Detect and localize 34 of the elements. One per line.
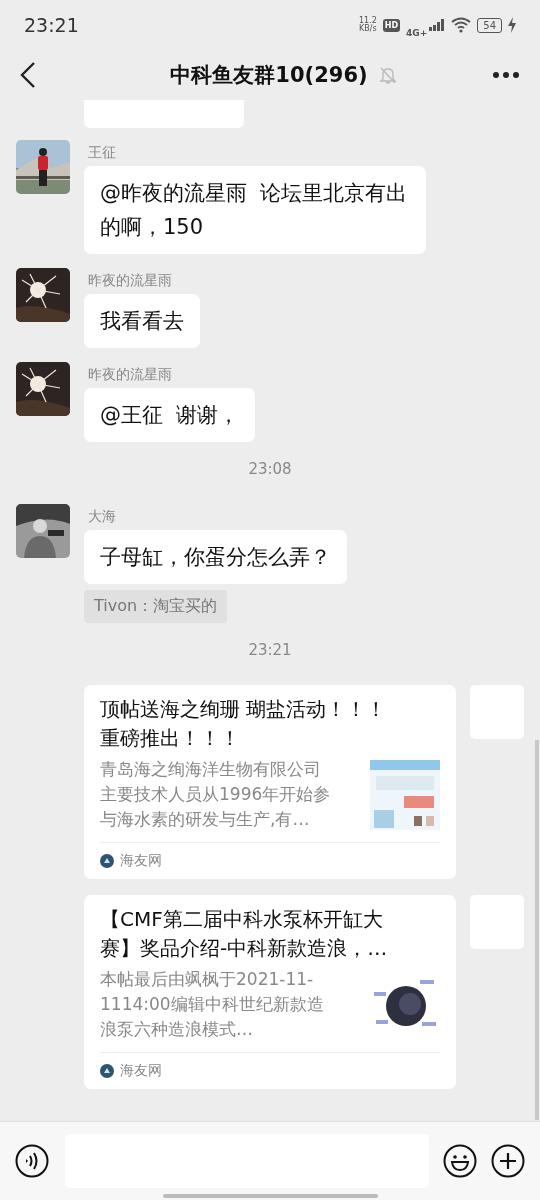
sender-name: 昨夜的流星雨 [88,272,172,290]
link-card[interactable]: 【CMF第二届中科水泵杯开缸大赛】奖品介绍-中科新款造浪，… 本帖最后由飒枫于2021-11-1114:00编辑中科世纪新款造浪泵六种造浪模式… 海友网 [84,895,456,1089]
battery-indicator: 54 [477,17,502,33]
sender-name: 大海 [88,508,116,526]
site-logo-icon [100,854,114,868]
status-time: 23:21 [24,14,79,36]
message-bubble: 子母缸，你蛋分怎么弄？ [84,530,347,584]
message-bubble: @昨夜的流星雨 论坛里北京有出的啊，150 [84,166,426,254]
message-bubble: @王征 谢谢， [84,388,256,442]
chat-title: 中科鱼友群10(296) [170,62,368,89]
back-icon[interactable] [20,62,36,88]
timestamp: 23:08 [248,460,292,478]
quoted-reply: Tivon：淘宝买的 [84,590,228,623]
link-card[interactable]: 顶帖送海之绚珊 瑚盐活动！！！重磅推出！！！ 青岛海之绚海洋生物有限公司主要技术人员从1996年开始参与海水素的研发与生产,有… 海友网 [84,685,456,879]
signal-icon [429,19,446,31]
card-description: 青岛海之绚海洋生物有限公司主要技术人员从1996年开始参与海水素的研发与生产,有… [100,758,332,831]
sender-name: 昨夜的流星雨 [88,366,172,384]
card-source: 海友网 [120,1062,162,1080]
card-description: 本帖最后由飒枫于2021-11-1114:00编辑中科世纪新款造浪泵六种造浪模式… [100,968,325,1041]
voice-icon[interactable] [15,1144,49,1178]
network-type: 4G+ [406,28,428,38]
card-title: 【CMF第二届中科水泵杯开缸大赛】奖品介绍-中科新款造浪，… [100,906,389,962]
more-icon[interactable] [492,71,520,79]
message-bubble: 我看看去 [84,294,200,348]
network-speed: 11.2 KB/s [358,17,377,33]
sender-name: 王征 [88,144,116,162]
card-title: 顶帖送海之绚珊 瑚盐活动！！！重磅推出！！！ [100,696,388,752]
site-logo-icon [100,1064,114,1078]
emoji-icon[interactable] [443,1144,477,1178]
hd-badge: HD [382,18,401,32]
card-source: 海友网 [120,852,162,870]
add-icon[interactable] [491,1144,525,1178]
wifi-icon [451,17,472,33]
timestamp: 23:21 [248,641,292,659]
